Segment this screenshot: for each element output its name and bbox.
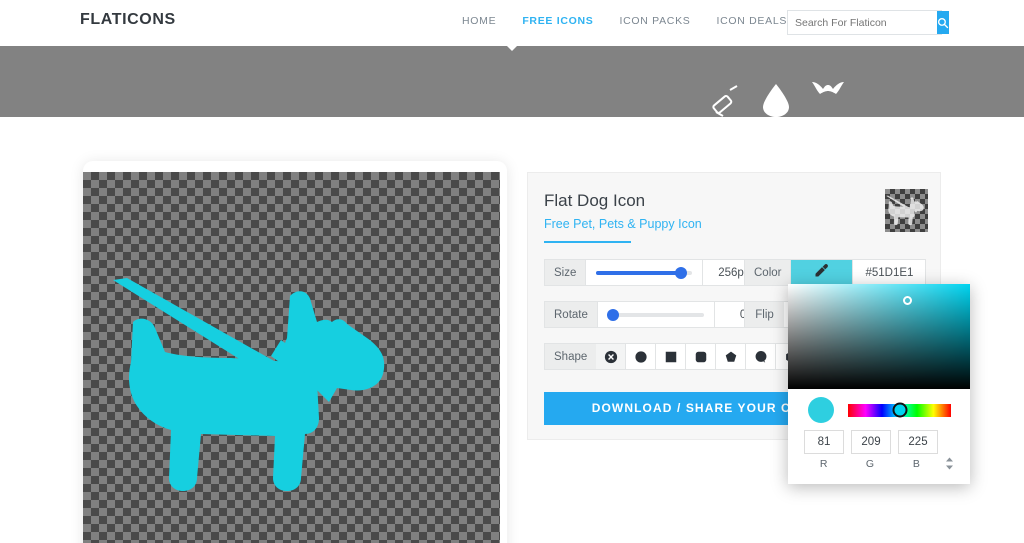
nav-item-icon-packs[interactable]: ICON PACKS (620, 15, 691, 27)
sv-cursor-handle[interactable] (902, 295, 912, 305)
color-picker-popup: 81 209 225 R G B (788, 284, 970, 484)
shape-option-rounded-square[interactable] (686, 343, 717, 370)
shape-option-none[interactable] (596, 343, 627, 370)
blue-input[interactable]: 225 (898, 430, 938, 454)
search-input[interactable] (788, 11, 937, 34)
banner-icon-group (700, 74, 940, 117)
nav-item-home[interactable]: HOME (462, 15, 496, 27)
rotate-slider[interactable] (596, 301, 715, 328)
stepper-updown-icon[interactable] (945, 457, 954, 470)
size-label: Size (544, 259, 586, 286)
rotate-label: Rotate (544, 301, 597, 328)
color-swatch-button[interactable] (790, 259, 854, 286)
bat-icon (812, 82, 844, 94)
rgb-inputs-row: 81 209 225 (788, 430, 970, 454)
size-slider-fill (596, 270, 681, 275)
flat-dog-icon (113, 278, 385, 491)
circle-shape-icon (635, 350, 647, 363)
blue-label: B (912, 457, 920, 470)
size-slider-knob[interactable] (674, 266, 687, 279)
nav-item-icon-deals[interactable]: ICON DEALS (716, 15, 787, 27)
rotate-slider-track (606, 308, 704, 321)
page-root: FLATICONS HOME FREE ICONS ICON PACKS ICO… (0, 0, 1024, 543)
search-box (787, 10, 949, 35)
green-label: G (865, 457, 875, 470)
flip-label: Flip (744, 301, 784, 328)
hue-slider-knob[interactable] (892, 402, 907, 418)
search-icon (937, 17, 949, 29)
pentagon-shape-icon (725, 351, 737, 362)
icon-thumbnail[interactable] (885, 189, 928, 232)
rotate-slider-knob[interactable] (606, 308, 619, 321)
banner-notch-icon (506, 46, 518, 51)
site-logo[interactable]: FLATICONS (80, 11, 176, 29)
gray-banner (0, 46, 1024, 117)
saturation-value-area[interactable] (788, 284, 970, 389)
color-preview-dot (808, 397, 834, 423)
main-navigation: HOME FREE ICONS ICON PACKS ICON DEALS (462, 15, 787, 27)
drop-icon (763, 84, 789, 117)
search-button[interactable] (937, 11, 949, 34)
shape-option-square[interactable] (656, 343, 687, 370)
size-slider[interactable] (585, 259, 704, 286)
panel-underline (544, 241, 631, 243)
site-header: FLATICONS HOME FREE ICONS ICON PACKS ICO… (0, 0, 1024, 46)
nav-item-free-icons[interactable]: FREE ICONS (522, 15, 593, 27)
sv-black-gradient (788, 284, 970, 389)
red-input[interactable]: 81 (804, 430, 844, 454)
color-control-row: Color #51D1E1 (744, 259, 927, 286)
rounded-square-shape-icon (695, 351, 707, 362)
hue-slider[interactable] (848, 402, 951, 418)
color-label: Color (744, 259, 791, 286)
picker-middle-row (788, 389, 970, 431)
telescope-icon (712, 85, 738, 117)
rotate-control-row: Rotate 0° (544, 301, 777, 328)
square-shape-icon (665, 351, 677, 362)
shape-option-speech-bubble[interactable] (746, 343, 777, 370)
panel-title: Flat Dog Icon (544, 191, 646, 210)
size-slider-track (596, 266, 693, 279)
shape-option-pentagon[interactable] (716, 343, 747, 370)
red-label: R (819, 457, 828, 470)
panel-subtitle-link[interactable]: Free Pet, Pets & Puppy Icon (544, 217, 702, 231)
shape-control-row: Shape (544, 343, 807, 370)
speech-bubble-shape-icon (755, 350, 767, 363)
eyedropper-icon (814, 263, 829, 283)
color-hex-value[interactable]: #51D1E1 (853, 259, 927, 286)
rgb-labels-row: R G B (788, 457, 970, 470)
none-shape-icon (604, 350, 617, 363)
shape-label: Shape (544, 343, 597, 370)
size-control-row: Size 256px (544, 259, 766, 286)
green-input[interactable]: 209 (851, 430, 891, 454)
shape-option-circle[interactable] (626, 343, 657, 370)
thumbnail-dog-icon (886, 195, 924, 226)
icon-preview-canvas[interactable] (83, 172, 500, 543)
